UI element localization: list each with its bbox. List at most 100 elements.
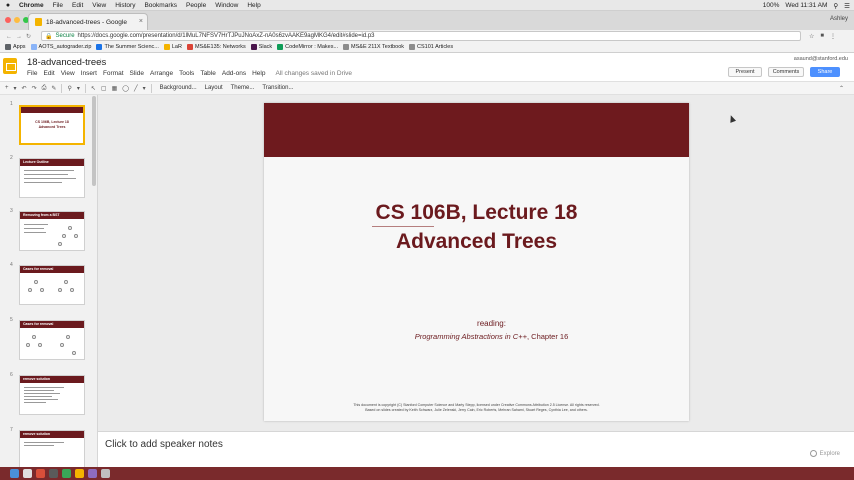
reading-label[interactable]: reading: <box>264 319 689 328</box>
shape-icon[interactable]: ◯ <box>122 85 129 92</box>
clock[interactable]: Wed 11:31 AM <box>785 2 827 9</box>
close-tab-icon[interactable]: × <box>139 18 143 25</box>
explore-button[interactable]: Explore <box>809 450 840 457</box>
save-status[interactable]: All changes saved in Drive <box>275 70 352 77</box>
zoom-icon[interactable]: ⚲ <box>67 85 71 92</box>
undo-icon[interactable]: ↶ <box>22 85 27 92</box>
app-icon[interactable] <box>75 469 84 478</box>
slide-thumbnail[interactable]: CS 106B, Lecture 18 Advanced Trees <box>19 105 85 145</box>
current-slide[interactable]: CS 106B, Lecture 18 Advanced Trees readi… <box>264 103 689 421</box>
battery-indicator[interactable]: 100% <box>763 2 780 9</box>
menu-slide[interactable]: Slide <box>130 70 144 77</box>
menu-file[interactable]: File <box>53 2 63 9</box>
theme-button[interactable]: Theme... <box>231 85 255 91</box>
speaker-notes-panel[interactable]: Click to add speaker notes Explore <box>98 431 854 467</box>
print-icon[interactable]: ⎙ <box>42 85 47 92</box>
menu-help[interactable]: Help <box>252 70 265 77</box>
dropdown-icon[interactable]: ▾ <box>14 85 17 92</box>
menu-history[interactable]: History <box>115 2 135 9</box>
redo-icon[interactable]: ↷ <box>32 85 37 92</box>
bookmark-item[interactable]: MS&E135: Networks <box>186 44 246 50</box>
select-pointer-icon[interactable]: ↖ <box>91 85 96 92</box>
bookmark-item[interactable]: AOTS_autograder.zip <box>30 44 91 50</box>
browser-tab[interactable]: 18-advanced-trees - Google × <box>28 13 148 30</box>
menu-window[interactable]: Window <box>215 2 238 9</box>
slide-thumbnail[interactable]: remove solution <box>19 430 85 467</box>
paint-format-icon[interactable]: ✎ <box>51 85 56 92</box>
line-dropdown-icon[interactable]: ▾ <box>143 85 146 92</box>
bookmark-item[interactable]: CS101 Articles <box>409 44 453 50</box>
menu-list-icon[interactable]: ☰ <box>844 2 850 10</box>
menu-insert[interactable]: Insert <box>81 70 97 77</box>
menu-addons[interactable]: Add-ons <box>222 70 246 77</box>
app-icon[interactable] <box>23 469 32 478</box>
slide-thumbnail[interactable]: Removing from a BST <box>19 211 85 251</box>
filmstrip-scrollbar[interactable] <box>92 96 96 186</box>
menu-edit[interactable]: Edit <box>72 2 83 9</box>
menu-file[interactable]: File <box>27 70 37 77</box>
reload-icon[interactable]: ↻ <box>26 34 35 40</box>
share-button[interactable]: Share <box>810 67 840 77</box>
new-slide-icon[interactable]: + <box>5 85 9 91</box>
chrome-icon[interactable] <box>36 469 45 478</box>
menu-edit[interactable]: Edit <box>43 70 54 77</box>
bookmark-item[interactable]: LaR <box>163 44 182 50</box>
account-email[interactable]: asaund@stanford.edu <box>794 56 848 62</box>
app-icon[interactable] <box>88 469 97 478</box>
bookmark-item[interactable]: CodeMirror : Makes... <box>277 44 338 50</box>
menu-help[interactable]: Help <box>247 2 260 9</box>
app-icon[interactable] <box>62 469 71 478</box>
menu-table[interactable]: Table <box>200 70 216 77</box>
line-icon[interactable]: ╱ <box>134 85 138 92</box>
layout-button[interactable]: Layout <box>205 85 223 91</box>
search-icon[interactable]: ⚲ <box>833 2 838 10</box>
extension-icon[interactable]: ■ <box>820 33 824 39</box>
slide-thumbnail[interactable]: Lecture Outline <box>19 158 85 198</box>
image-icon[interactable]: ▦ <box>112 85 118 92</box>
menu-arrange[interactable]: Arrange <box>150 70 173 77</box>
bookmark-item[interactable]: MS&E 211X Textbook <box>343 44 404 50</box>
minimize-window-button[interactable] <box>14 17 20 23</box>
present-button[interactable]: Present <box>728 67 762 77</box>
speaker-notes-placeholder[interactable]: Click to add speaker notes <box>105 439 223 450</box>
back-icon[interactable]: ← <box>6 34 16 40</box>
background-button[interactable]: Background... <box>160 85 197 91</box>
collapse-icon[interactable]: ⌃ <box>839 85 844 92</box>
menu-chrome[interactable]: Chrome <box>19 2 44 9</box>
slides-logo-icon[interactable] <box>3 58 17 74</box>
trash-icon[interactable] <box>101 469 110 478</box>
slide-title[interactable]: CS 106B, Lecture 18 <box>264 201 689 225</box>
text-box-icon[interactable]: ▢ <box>101 85 107 92</box>
menu-people[interactable]: People <box>186 2 206 9</box>
zoom-dropdown-icon[interactable]: ▾ <box>77 85 80 92</box>
document-title[interactable]: 18-advanced-trees <box>27 57 106 68</box>
slide-thumbnail[interactable]: Cases for removal <box>19 265 85 305</box>
transition-button[interactable]: Transition... <box>262 85 293 91</box>
close-window-button[interactable] <box>5 17 11 23</box>
comments-button[interactable]: Comments <box>768 67 804 77</box>
kebab-menu-icon[interactable]: ⋮ <box>830 33 836 40</box>
apple-icon[interactable]: ● <box>3 2 13 9</box>
slide-subtitle[interactable]: Advanced Trees <box>264 230 689 254</box>
url-bar[interactable]: 🔒 Secure https://docs.google.com/present… <box>41 31 802 41</box>
copyright-notice[interactable]: This document is copyright (C) Stanford … <box>284 403 669 413</box>
menu-bookmarks[interactable]: Bookmarks <box>144 2 177 9</box>
slide-thumbnail[interactable]: remove solution <box>19 375 85 415</box>
reading-text[interactable]: Programming Abstractions in C++, Chapter… <box>264 332 689 341</box>
menu-format[interactable]: Format <box>103 70 124 77</box>
lock-icon[interactable]: 🔒 <box>45 33 52 40</box>
star-bookmark-icon[interactable]: ☆ <box>809 33 814 40</box>
star-icon[interactable]: ☆ <box>97 57 104 66</box>
bookmark-item[interactable]: The Summer Scienc... <box>96 44 159 50</box>
url-text[interactable]: https://docs.google.com/presentation/d/1… <box>78 33 375 39</box>
menu-tools[interactable]: Tools <box>179 70 194 77</box>
menu-view[interactable]: View <box>92 2 106 9</box>
profile-name[interactable]: Ashley <box>830 16 848 22</box>
forward-icon[interactable]: → <box>16 34 26 40</box>
bookmark-apps[interactable]: Apps <box>5 44 26 50</box>
bookmark-item[interactable]: Slack <box>250 44 272 50</box>
terminal-icon[interactable] <box>49 469 58 478</box>
slide-thumbnail[interactable]: Cases for removal <box>19 320 85 360</box>
finder-icon[interactable] <box>10 469 19 478</box>
menu-view[interactable]: View <box>61 70 75 77</box>
